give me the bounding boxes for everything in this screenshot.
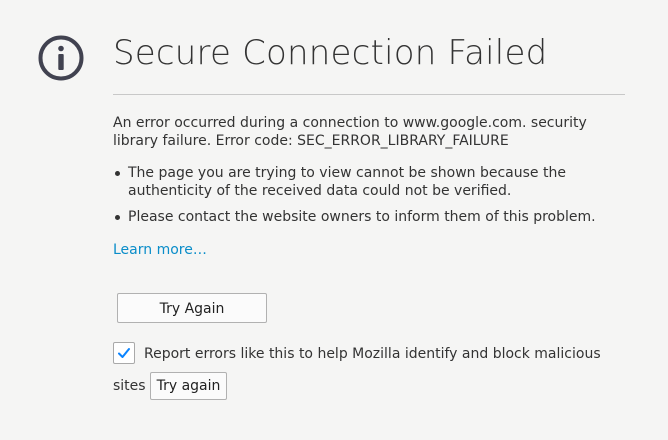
error-bullet-item: The page you are trying to view cannot b… <box>113 164 633 200</box>
report-try-again-button[interactable]: Try again <box>149 372 228 400</box>
report-errors-row: Report errors like this to help Mozilla … <box>113 339 633 402</box>
try-again-button[interactable]: Try Again <box>117 293 267 323</box>
page-title: Secure Connection Failed <box>113 33 548 73</box>
report-errors-label: Report errors like this to help Mozilla … <box>144 346 601 362</box>
report-errors-checkbox[interactable] <box>113 341 135 364</box>
error-bullet-item: Please contact the website owners to inf… <box>113 208 633 226</box>
learn-more-link[interactable]: Learn more… <box>113 242 207 258</box>
error-description: An error occurred during a connection to… <box>113 115 587 149</box>
checkmark-icon <box>118 347 130 358</box>
error-page: Secure Connection Failed An error occurr… <box>0 0 668 440</box>
report-errors-label-continued: sites <box>113 377 146 394</box>
title-divider <box>113 94 625 95</box>
info-icon <box>38 35 84 81</box>
error-bullet-list: The page you are trying to view cannot b… <box>113 164 633 234</box>
